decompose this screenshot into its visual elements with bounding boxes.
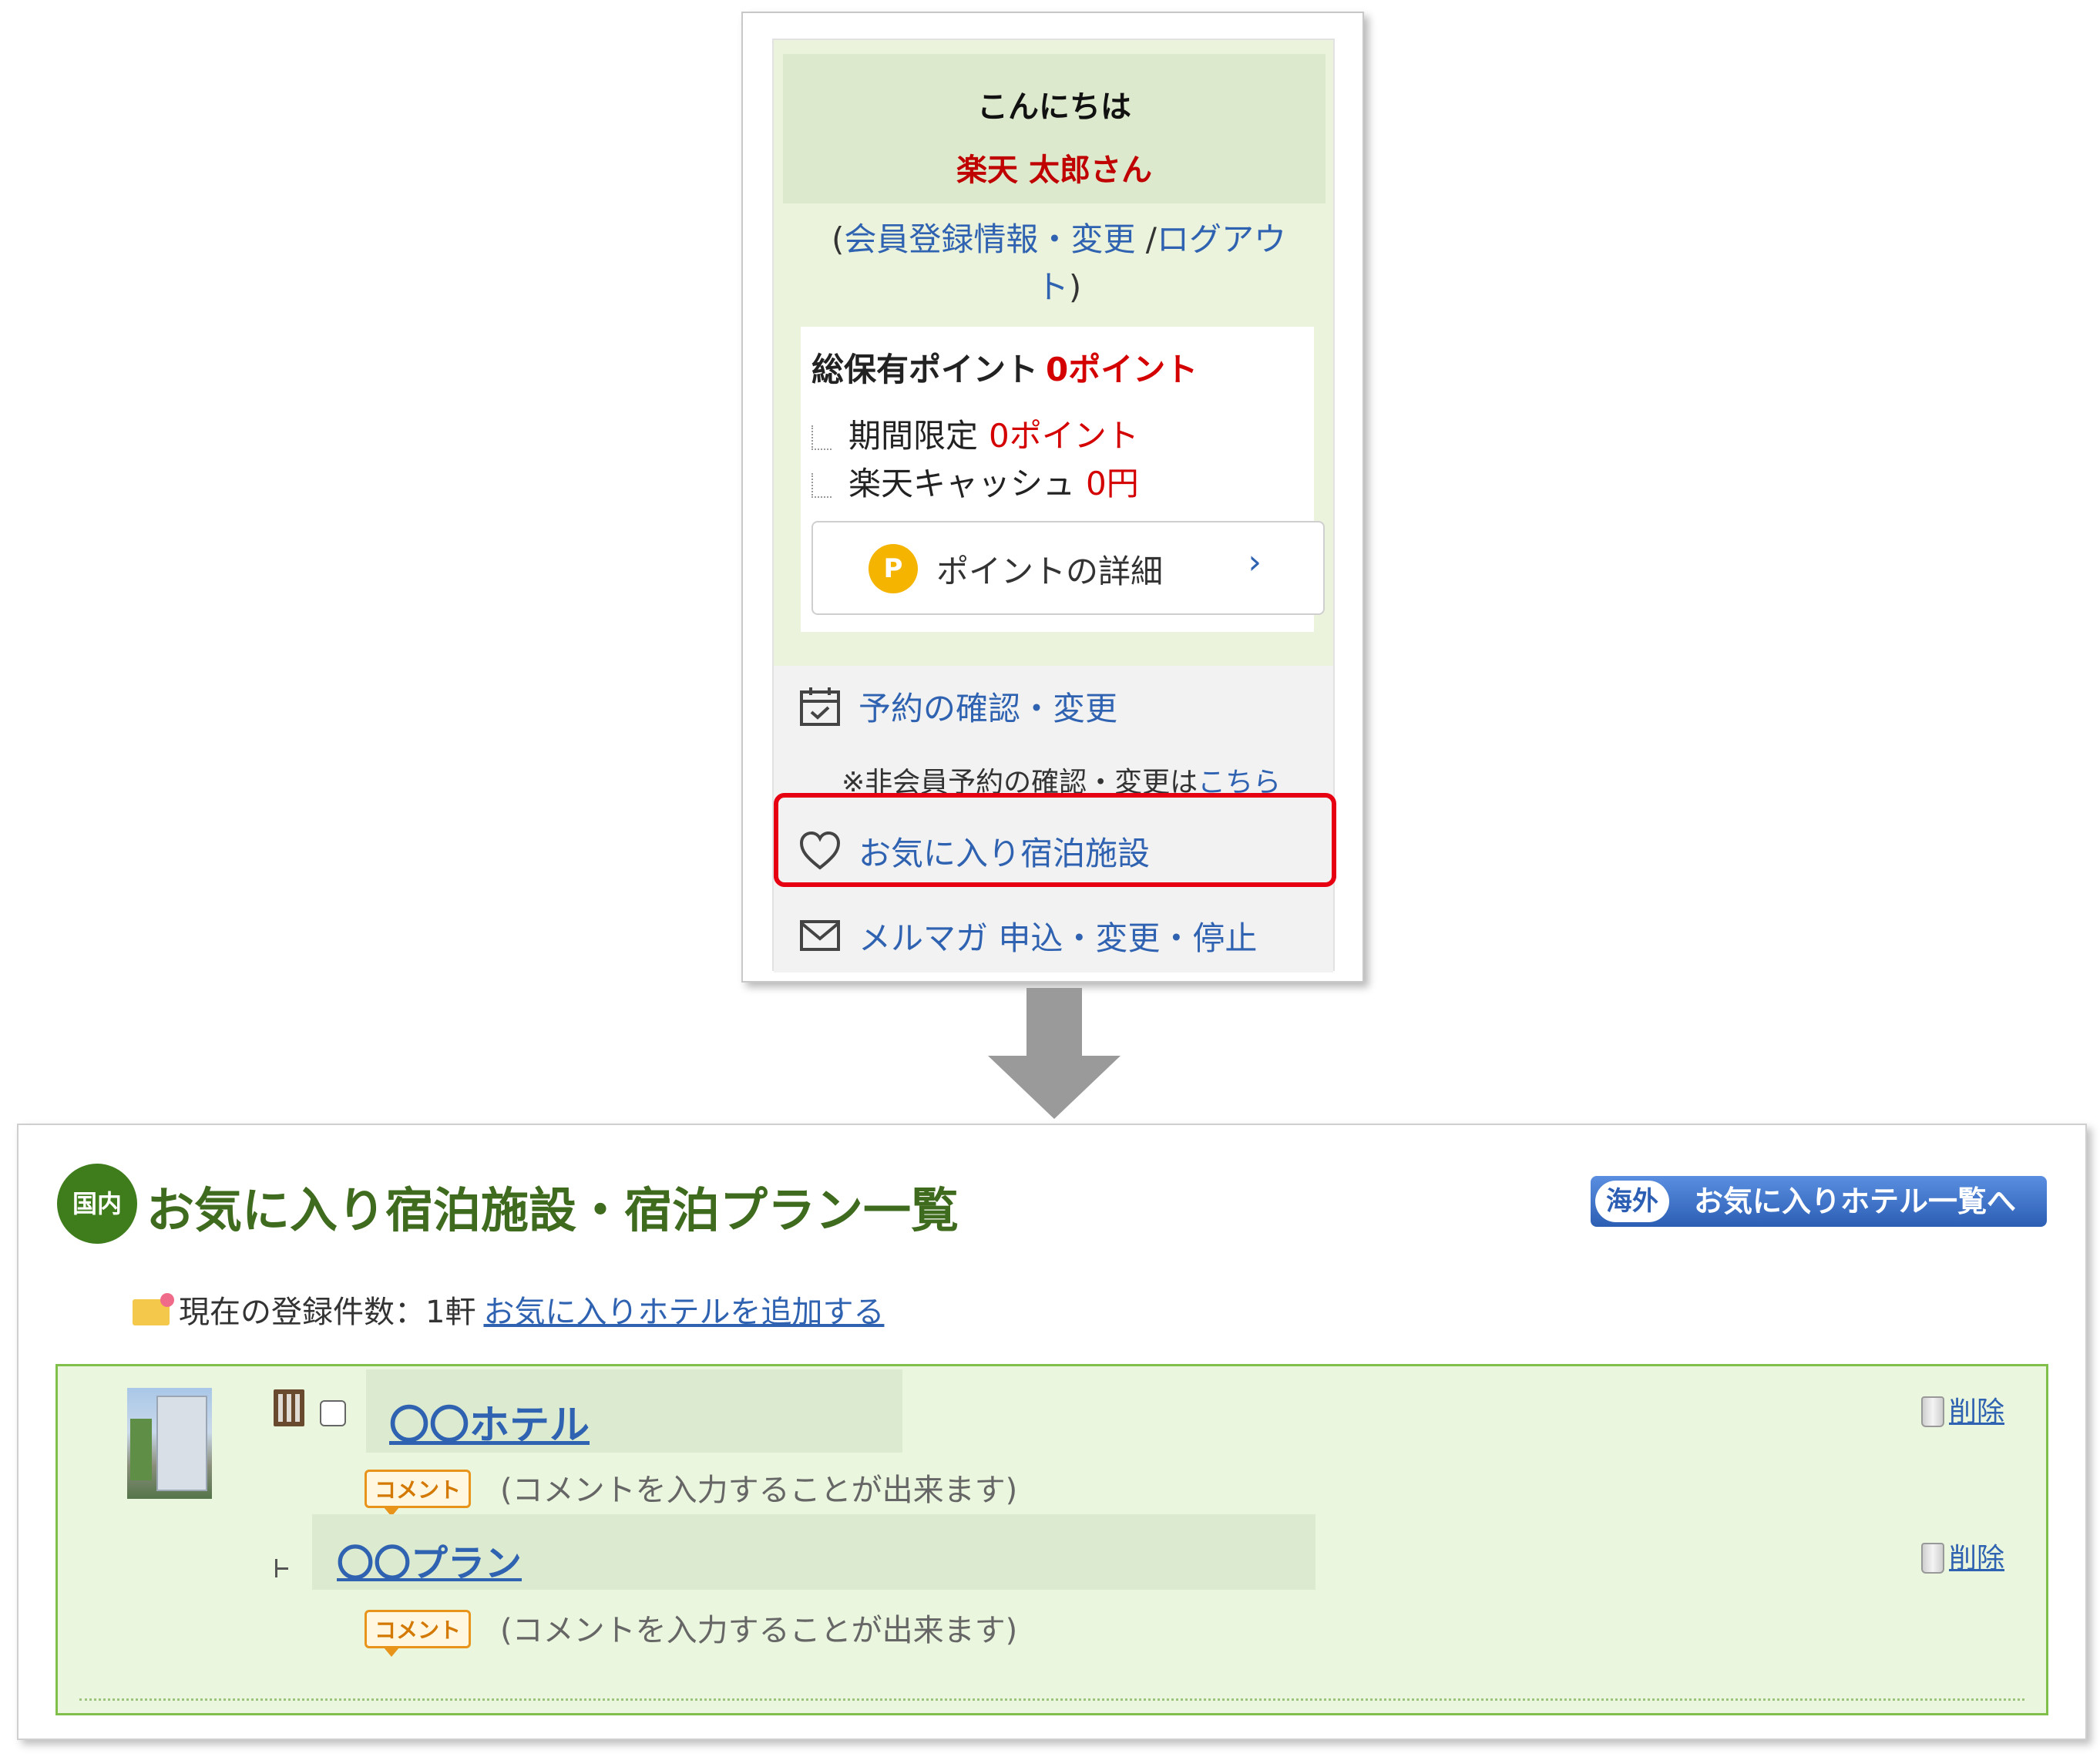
paren-open: ( bbox=[832, 220, 845, 258]
user-name: 楽天 太郎さん bbox=[956, 153, 1152, 188]
points-detail-label: ポイントの詳細 bbox=[936, 553, 1164, 590]
hotel-delete-label: 削除 bbox=[1949, 1396, 2005, 1428]
member-links: (会員登録情報・変更 /ログアウト) bbox=[820, 216, 1298, 311]
tree-line-icon bbox=[811, 425, 832, 450]
folder-heart-icon bbox=[133, 1293, 174, 1325]
page-title: お気に入り宿泊施設・宿泊プラン一覧 bbox=[146, 1182, 959, 1238]
favorites-page: 国内 お気に入り宿泊施設・宿泊プラン一覧 海外 お気に入りホテル一覧へ 現在の登… bbox=[17, 1124, 2087, 1740]
comment-tag-icon[interactable]: コメント bbox=[365, 1610, 472, 1657]
hotel-name-link[interactable]: 〇〇ホテル bbox=[389, 1392, 590, 1450]
points-box: 総保有ポイント 0ポイント 期間限定 0ポイント 楽天キャッシュ 0円 P ポイントの… bbox=[801, 327, 1325, 632]
points-detail-button[interactable]: P ポイントの詳細 › bbox=[811, 521, 1325, 615]
plan-name-link[interactable]: 〇〇プラン bbox=[337, 1533, 522, 1587]
add-favorite-link[interactable]: お気に入りホテルを追加する bbox=[483, 1295, 884, 1330]
comment-tag-icon[interactable]: コメント bbox=[365, 1470, 472, 1517]
trash-icon bbox=[1921, 1396, 1944, 1427]
hotel-checkbox[interactable] bbox=[320, 1400, 346, 1426]
overseas-button-label: お気に入りホテル一覧へ bbox=[1694, 1184, 2017, 1218]
link-separator: / bbox=[1135, 220, 1157, 258]
menu-newsletter-label: メルマガ 申込・変更・停止 bbox=[858, 919, 1258, 957]
hotel-delete-link[interactable]: 削除 bbox=[1921, 1389, 2004, 1429]
hotel-name-box: 〇〇ホテル bbox=[366, 1369, 902, 1453]
paren-close: ) bbox=[1068, 268, 1082, 306]
plan-branch-icon bbox=[275, 1559, 290, 1577]
mail-icon bbox=[800, 920, 840, 951]
building-icon bbox=[274, 1389, 304, 1426]
points-total-label: 総保有ポイント bbox=[811, 351, 1039, 388]
favorites-list: 〇〇ホテル コメント (コメントを入力することが出来ます) 削除 〇〇プラン コメ… bbox=[55, 1364, 2048, 1715]
domestic-badge: 国内 bbox=[57, 1164, 137, 1244]
greeting-box: こんにちは 楽天 太郎さん bbox=[783, 54, 1326, 203]
points-limited-label: 期間限定 bbox=[848, 417, 979, 455]
points-cash: 楽天キャッシュ 0円 bbox=[811, 458, 1139, 505]
greeting-text: こんにちは bbox=[977, 89, 1131, 125]
registration-count-text: 現在の登録件数：1軒 bbox=[179, 1295, 476, 1330]
menu-reservation-label: 予約の確認・変更 bbox=[858, 690, 1118, 727]
points-p-icon: P bbox=[869, 544, 918, 593]
calendar-icon bbox=[800, 687, 840, 726]
points-cash-label: 楽天キャッシュ bbox=[848, 465, 1076, 502]
hotel-comment-row: コメント (コメントを入力することが出来ます) bbox=[365, 1465, 1018, 1517]
hotel-thumbnail[interactable] bbox=[127, 1388, 212, 1499]
plan-delete-label: 削除 bbox=[1949, 1543, 2005, 1574]
hotel-comment-text: (コメントを入力することが出来ます) bbox=[500, 1473, 1018, 1508]
plan-comment-text: (コメントを入力することが出来ます) bbox=[500, 1613, 1018, 1648]
overseas-favorites-button[interactable]: 海外 お気に入りホテル一覧へ bbox=[1591, 1176, 2047, 1227]
chevron-right-icon: › bbox=[1248, 543, 1262, 582]
registration-count: 現在の登録件数：1軒 お気に入りホテルを追加する bbox=[133, 1287, 884, 1332]
tree-line-icon bbox=[811, 473, 832, 498]
member-info-link[interactable]: 会員登録情報・変更 bbox=[844, 220, 1135, 258]
points-total: 総保有ポイント 0ポイント bbox=[811, 344, 1198, 391]
plan-name-box: 〇〇プラン bbox=[312, 1514, 1315, 1590]
plan-comment-row: コメント (コメントを入力することが出来ます) bbox=[365, 1605, 1018, 1657]
overseas-tag: 海外 bbox=[1595, 1181, 1669, 1222]
points-limited-value: 0ポイント bbox=[989, 417, 1139, 455]
points-total-value: 0ポイント bbox=[1046, 351, 1198, 388]
list-divider bbox=[79, 1698, 2024, 1701]
trash-icon bbox=[1921, 1543, 1944, 1574]
favorites-highlight-frame bbox=[774, 793, 1336, 887]
points-limited: 期間限定 0ポイント bbox=[811, 410, 1139, 457]
points-cash-value: 0円 bbox=[1086, 465, 1139, 502]
plan-delete-link[interactable]: 削除 bbox=[1921, 1536, 2004, 1576]
down-arrow-icon bbox=[988, 988, 1121, 1119]
